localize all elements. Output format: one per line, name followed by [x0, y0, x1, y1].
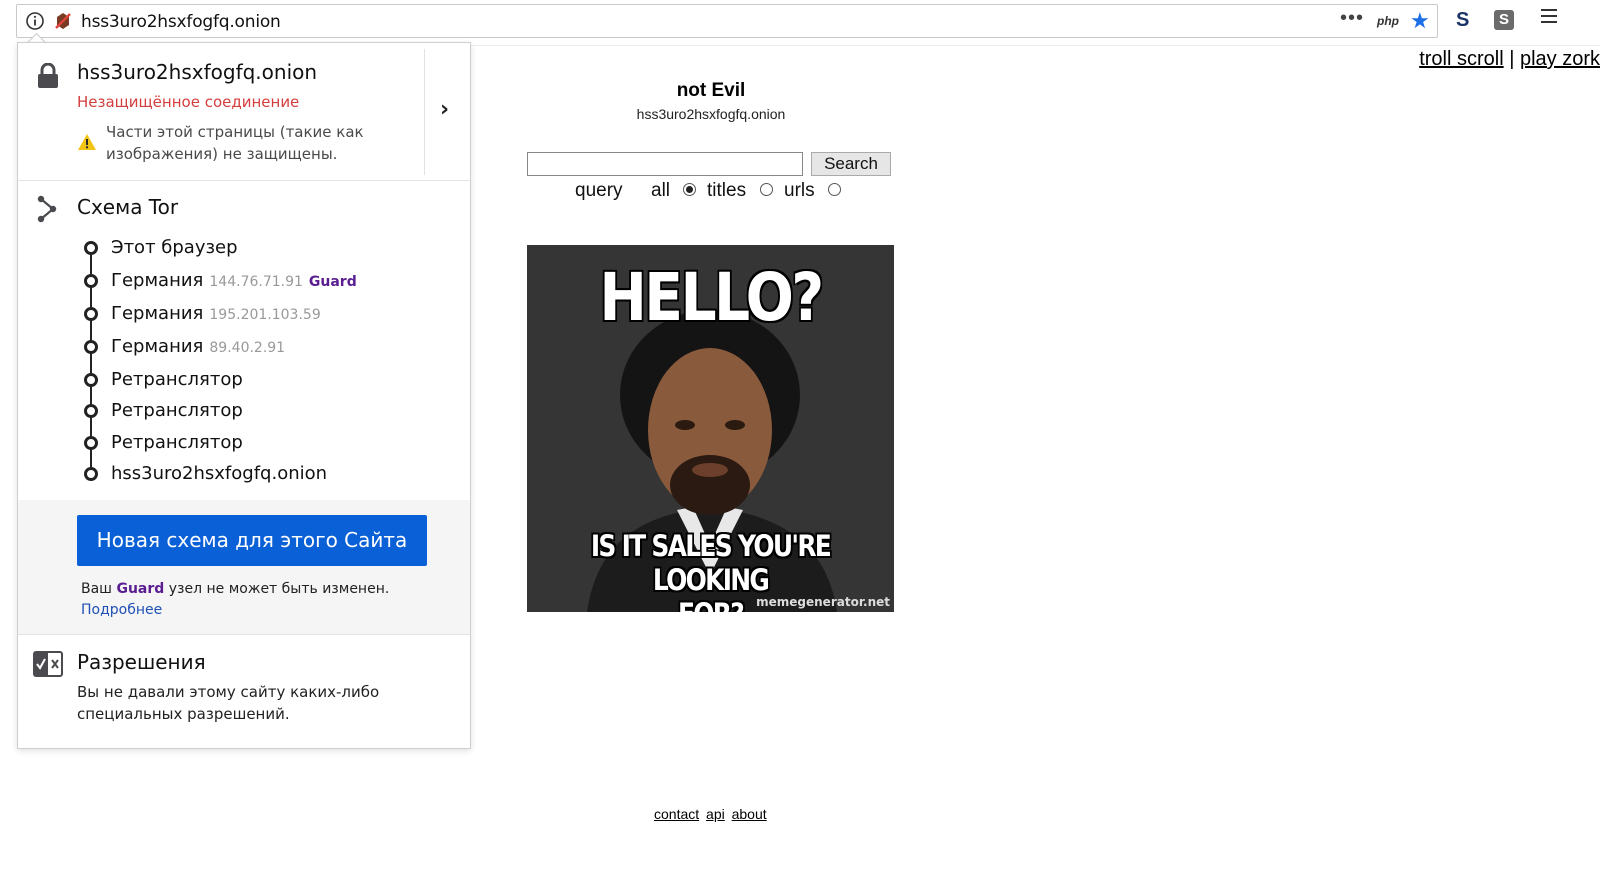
url-text[interactable]: hss3uro2hsxfogfq.onion — [81, 12, 281, 32]
guard-badge: Guard — [308, 274, 357, 290]
guard-note: Ваш Guard узел не может быть изменен. — [81, 581, 389, 597]
extension-s-square-icon[interactable]: S — [1494, 10, 1514, 30]
vertical-divider — [424, 49, 425, 175]
guard-note-prefix: Ваш — [81, 581, 112, 597]
footer-links: contact api about — [654, 806, 770, 822]
panel-host-name: hss3uro2hsxfogfq.onion — [77, 60, 318, 84]
lock-icon — [36, 62, 60, 93]
node-name: Германия — [111, 270, 204, 291]
about-link[interactable]: about — [732, 806, 767, 822]
node-ip: 89.40.2.91 — [209, 340, 286, 356]
meme-image: HELLO? IS IT SALES YOU'RE LOOKING FOR? m… — [527, 245, 894, 612]
node-dot-icon — [84, 340, 98, 354]
connection-status: Незащищённое соединение — [77, 93, 300, 111]
node-name: hss3uro2hsxfogfq.onion — [111, 463, 328, 484]
meme-top-text: HELLO? — [599, 259, 824, 336]
radio-label-titles: titles — [707, 180, 747, 201]
url-bar[interactable]: hss3uro2hsxfogfq.onion ••• php ★ — [16, 4, 1438, 38]
permissions-text: Вы не давали этому сайту каких-либо спец… — [77, 683, 380, 723]
circuit-title: Схема Tor — [77, 195, 179, 219]
search-input[interactable] — [527, 152, 803, 176]
node-ip: 195.201.103.59 — [209, 307, 321, 323]
node-name: Германия — [111, 303, 204, 324]
troll-scroll-link[interactable]: troll scroll — [1419, 48, 1503, 70]
guard-note-word: Guard — [116, 581, 165, 597]
radio-urls[interactable] — [828, 183, 841, 196]
connection-section[interactable]: hss3uro2hsxfogfq.onion Незащищённое соед… — [18, 43, 424, 180]
node-name: Германия — [111, 336, 204, 357]
node-name: Ретранслятор — [111, 400, 243, 421]
search-button[interactable]: Search — [811, 152, 891, 176]
toolbar-divider — [470, 45, 1600, 46]
node-dot-icon — [84, 404, 98, 418]
site-info-icon[interactable] — [25, 11, 45, 31]
top-links: troll scroll | play zork — [1419, 48, 1600, 71]
hamburger-menu-icon[interactable] — [1541, 9, 1557, 27]
meme-watermark: memegenerator.net — [756, 595, 890, 609]
node-name: Этот браузер — [111, 237, 238, 258]
play-zork-link[interactable]: play zork — [1520, 48, 1600, 70]
node-name: Ретранслятор — [111, 432, 243, 453]
learn-more-link[interactable]: Подробнее — [81, 602, 162, 618]
contact-link[interactable]: contact — [654, 806, 699, 822]
radio-label-urls: urls — [784, 180, 815, 201]
radio-titles[interactable] — [760, 183, 773, 196]
bookmark-star-icon[interactable]: ★ — [1410, 10, 1430, 32]
top-links-separator: | — [1509, 48, 1515, 70]
warning-icon — [77, 133, 97, 155]
node-dot-icon — [84, 373, 98, 387]
node-ip: 144.76.71.91 — [209, 274, 303, 290]
node-dot-icon — [84, 274, 98, 288]
page-actions-icon[interactable]: ••• — [1340, 7, 1364, 30]
mixed-content-warning: Части этой страницы (такие как изображен… — [106, 123, 364, 163]
permissions-title: Разрешения — [77, 650, 206, 674]
section-divider — [18, 634, 470, 635]
api-link[interactable]: api — [706, 806, 725, 822]
new-circuit-section: Новая схема для этого Сайта Ваш Guard уз… — [18, 500, 470, 634]
identity-panel: hss3uro2hsxfogfq.onion Незащищённое соед… — [17, 42, 471, 749]
radio-all[interactable] — [683, 183, 696, 196]
permissions-icon — [33, 651, 63, 681]
node-dot-icon — [84, 307, 98, 321]
section-divider — [18, 180, 470, 181]
php-page-action-icon[interactable]: php — [1377, 14, 1399, 28]
node-dot-icon — [84, 241, 98, 255]
new-circuit-button[interactable]: Новая схема для этого Сайта — [77, 515, 427, 566]
node-dot-icon — [84, 467, 98, 481]
node-dot-icon — [84, 436, 98, 450]
guard-note-suffix: узел не может быть изменен. — [168, 581, 390, 597]
meme-bottom-line1: IS IT SALES YOU'RE LOOKING — [590, 529, 832, 597]
chevron-right-icon[interactable]: › — [440, 97, 449, 122]
site-subtitle: hss3uro2hsxfogfq.onion — [636, 106, 786, 122]
site-title: not Evil — [676, 80, 746, 101]
node-name: Ретранслятор — [111, 369, 243, 390]
query-label: query — [575, 180, 623, 201]
extension-s-icon[interactable]: S — [1456, 9, 1469, 32]
radio-label-all: all — [651, 180, 671, 201]
insecure-onion-icon[interactable] — [53, 11, 73, 31]
circuit-icon — [36, 195, 60, 227]
